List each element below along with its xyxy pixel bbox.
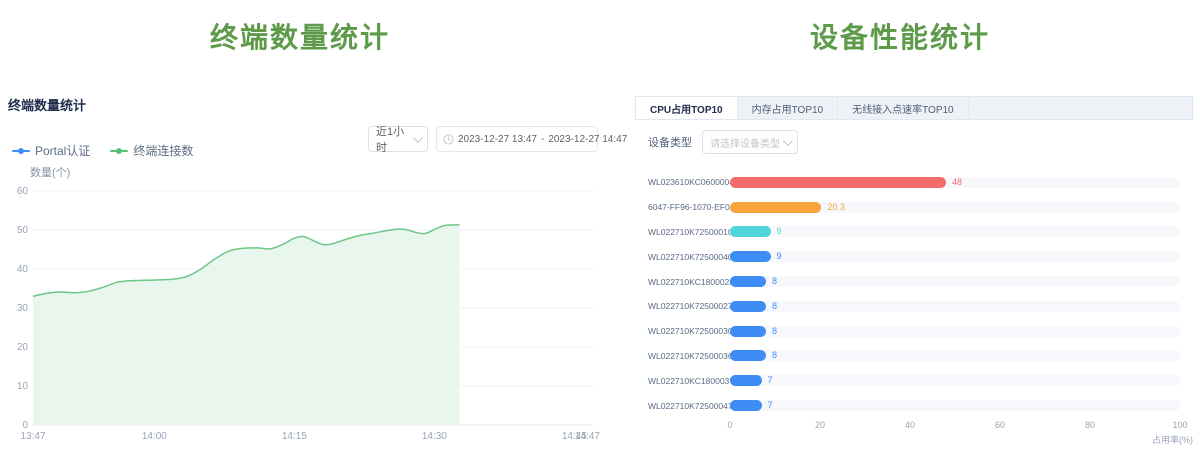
bar-row-0: WL023610KC06000043 48 — [648, 170, 1180, 195]
bar-track: 8 — [730, 350, 1180, 361]
bar-value-label: 7 — [768, 400, 773, 411]
bar-track: 9 — [730, 226, 1180, 237]
left-section-heading: 终端数量统计 — [0, 16, 600, 56]
y-tick-label: 10 — [17, 381, 29, 392]
bar-fill — [730, 276, 766, 287]
device-type-label: 设备类型 — [648, 134, 692, 150]
device-type-placeholder: 请选择设备类型 — [710, 135, 780, 150]
bar-track: 7 — [730, 375, 1180, 386]
bar-fill — [730, 177, 946, 188]
bar-category-label: WL022710K725000409 — [648, 252, 722, 262]
bar-chart-x-axis: 020406080100 — [730, 420, 1180, 432]
bar-value-label: 48 — [952, 177, 962, 188]
bar-fill — [730, 251, 771, 262]
bar-category-label: WL022710K725000369 — [648, 351, 722, 361]
terminal-count-panel-title: 终端数量统计 — [8, 95, 86, 114]
bar-row-3: WL022710K725000409 9 — [648, 244, 1180, 269]
area-fill — [33, 225, 460, 425]
bar-value-label: 8 — [772, 301, 777, 312]
bar-row-1: 6047-FF96-1070-EF0A 20.3 — [648, 195, 1180, 220]
bar-fill — [730, 350, 766, 361]
x-tick-label: 14:47 — [575, 431, 600, 442]
bar-value-label: 8 — [772, 276, 777, 287]
bar-track: 7 — [730, 400, 1180, 411]
tab-1[interactable]: 内存占用TOP10 — [738, 97, 839, 119]
cpu-top10-bar-chart: WL023610KC06000043 48 6047-FF96-1070-EF0A 2… — [648, 170, 1180, 418]
y-tick-label: 60 — [17, 186, 29, 197]
bar-x-tick-label: 80 — [1085, 420, 1095, 430]
bar-x-tick-label: 0 — [727, 420, 732, 430]
dashboard: 终端数量统计 设备性能统计 终端数量统计 近1小时 2023-12-27 13:… — [0, 0, 1200, 456]
bar-fill — [730, 400, 762, 411]
bar-x-tick-label: 40 — [905, 420, 915, 430]
bar-value-label: 20.3 — [827, 202, 845, 213]
bar-x-tick-label: 60 — [995, 420, 1005, 430]
bar-category-label: WL022710KC18000372 — [648, 376, 722, 386]
x-tick-label: 14:15 — [282, 431, 307, 442]
x-tick-label: 14:00 — [142, 431, 167, 442]
x-axis-name: 占用率(%) — [1152, 433, 1193, 446]
chevron-down-icon — [413, 133, 423, 143]
date-range-start: 2023-12-27 13:47 — [458, 134, 537, 145]
date-range-end: 2023-12-27 14:47 — [548, 134, 627, 145]
bar-value-label: 9 — [777, 251, 782, 262]
y-tick-label: 50 — [17, 225, 29, 236]
bar-track: 20.3 — [730, 202, 1180, 213]
bar-category-label: 6047-FF96-1070-EF0A — [648, 202, 722, 212]
terminal-count-area-chart: 010203040506013:4714:0014:1514:3014:4514… — [0, 150, 600, 456]
bar-x-tick-label: 100 — [1172, 420, 1187, 430]
bar-track: 48 — [730, 177, 1180, 188]
date-range-picker[interactable]: 2023-12-27 13:47 - 2023-12-27 14:47 — [436, 126, 598, 152]
y-tick-label: 0 — [22, 420, 28, 431]
device-type-filter-row: 设备类型 请选择设备类型 — [648, 130, 798, 154]
bar-row-7: WL022710K725000369 8 — [648, 344, 1180, 369]
bar-value-label: 8 — [772, 326, 777, 337]
bar-fill — [730, 326, 766, 337]
time-range-select[interactable]: 近1小时 — [368, 126, 428, 152]
bar-x-tick-label: 20 — [815, 420, 825, 430]
x-tick-label: 14:30 — [422, 431, 447, 442]
bar-value-label: 9 — [777, 226, 782, 237]
bar-category-label: WL022710K725000102 — [648, 227, 722, 237]
bar-fill — [730, 202, 821, 213]
performance-tabs: CPU占用TOP10内存占用TOP10无线接入点速率TOP10 — [635, 96, 1193, 120]
bar-row-9: WL022710K725000470 7 — [648, 393, 1180, 418]
bar-track: 8 — [730, 326, 1180, 337]
bar-row-2: WL022710K725000102 9 — [648, 220, 1180, 245]
bar-category-label: WL022710K725000470 — [648, 401, 722, 411]
x-tick-label: 13:47 — [20, 431, 45, 442]
y-tick-label: 40 — [17, 264, 29, 275]
bar-fill — [730, 375, 762, 386]
chevron-down-icon — [783, 136, 793, 146]
y-tick-label: 20 — [17, 342, 29, 353]
tab-0[interactable]: CPU占用TOP10 — [636, 97, 738, 119]
bar-row-6: WL022710K725000307 8 — [648, 319, 1180, 344]
bar-track: 9 — [730, 251, 1180, 262]
bar-row-8: WL022710KC18000372 7 — [648, 368, 1180, 393]
bar-value-label: 7 — [768, 375, 773, 386]
right-section-heading: 设备性能统计 — [600, 16, 1200, 56]
y-tick-label: 30 — [17, 303, 29, 314]
bar-row-5: WL022710K725000272 8 — [648, 294, 1180, 319]
bar-track: 8 — [730, 276, 1180, 287]
bar-row-4: WL022710KC18000280 8 — [648, 269, 1180, 294]
bar-fill — [730, 226, 771, 237]
bar-category-label: WL022710K725000272 — [648, 301, 722, 311]
tab-2[interactable]: 无线接入点速率TOP10 — [838, 97, 969, 119]
bar-category-label: WL022710K725000307 — [648, 326, 722, 336]
bar-fill — [730, 301, 766, 312]
bar-category-label: WL023610KC06000043 — [648, 177, 722, 187]
bar-category-label: WL022710KC18000280 — [648, 277, 722, 287]
date-range-separator: - — [541, 134, 544, 145]
bar-value-label: 8 — [772, 350, 777, 361]
clock-icon — [443, 134, 454, 145]
bar-track: 8 — [730, 301, 1180, 312]
device-type-select[interactable]: 请选择设备类型 — [702, 130, 798, 154]
